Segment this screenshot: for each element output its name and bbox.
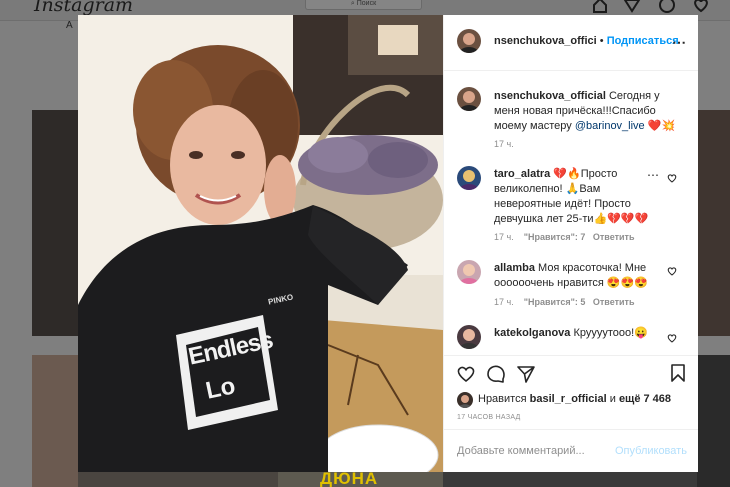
comment-text: taro_alatra 💔🔥Просто великолепно! 🙏Вам н…	[494, 167, 654, 227]
post-side-panel: nsenchukova_offici • Подписаться ⋯ nsenc…	[443, 15, 698, 472]
publish-button[interactable]: Опубликовать	[615, 445, 687, 457]
shirt-print-line2: Lo	[203, 372, 238, 405]
likes-count[interactable]: ещё 7 468	[619, 393, 671, 405]
post-timestamp: 17 ЧАСОВ НАЗАД	[457, 414, 521, 421]
background-post-tile[interactable]	[697, 110, 730, 336]
post-photo[interactable]: PINKO Endless Lo	[78, 15, 443, 472]
author-username[interactable]: nsenchukova_offici	[494, 35, 597, 47]
post-header: nsenchukova_offici • Подписаться ⋯	[444, 15, 698, 71]
caption-username[interactable]: nsenchukova_official	[494, 90, 606, 102]
activity-heart-icon[interactable]	[692, 0, 710, 14]
background-post-tile[interactable]	[32, 110, 78, 336]
comment-likes[interactable]: "Нравится": 5	[524, 297, 586, 307]
comment-avatar[interactable]	[457, 260, 481, 284]
save-bookmark-icon[interactable]	[669, 363, 687, 383]
liked-by-prefix: Нравится	[478, 393, 527, 405]
background-post-tile[interactable]	[443, 472, 697, 487]
home-icon[interactable]	[591, 0, 609, 14]
comment-username[interactable]: taro_alatra	[494, 168, 550, 180]
post-image	[78, 15, 443, 472]
comment-avatar[interactable]	[457, 166, 481, 190]
more-options-icon[interactable]: ⋯	[672, 34, 687, 51]
caption-text: nsenchukova_official Сегодня у меня нова…	[494, 89, 684, 134]
comment-reply-button[interactable]: Ответить	[593, 232, 635, 242]
author-line: nsenchukova_offici • Подписаться	[494, 35, 679, 47]
comment-like-heart-icon[interactable]	[667, 333, 677, 343]
comment-username[interactable]: allamba	[494, 262, 535, 274]
comment-body: Круууутооо!😛	[573, 327, 648, 339]
follow-button[interactable]: Подписаться	[607, 35, 679, 47]
liked-by-line: Нравится basil_r_official и ещё 7 468	[478, 392, 671, 407]
instagram-logo: Instagram	[34, 0, 134, 16]
comment-icon[interactable]	[486, 364, 506, 384]
search-input[interactable]: ⌕ Поиск	[305, 0, 422, 10]
direct-icon[interactable]	[623, 0, 641, 14]
comment-like-heart-icon[interactable]	[667, 266, 677, 276]
comment-text: katekolganova Круууутооо!😛	[494, 326, 659, 341]
explore-icon[interactable]	[658, 0, 676, 14]
comment-meta: 17 ч. "Нравится": 5 Ответить	[494, 297, 634, 307]
comment-time: 17 ч.	[494, 297, 514, 307]
caption-avatar[interactable]	[457, 87, 481, 111]
liked-by-and: и	[609, 393, 616, 405]
caption-time: 17 ч.	[494, 139, 514, 149]
liked-by-avatar[interactable]	[457, 392, 473, 408]
comment-avatar[interactable]	[457, 325, 481, 349]
caption-emoji: ❤️💥	[647, 120, 676, 132]
background-tile-text: ДЮНА	[320, 470, 379, 487]
comment-time: 17 ч.	[494, 232, 514, 242]
comment-form: Добавьте комментарий... Опубликовать	[444, 429, 698, 473]
author-avatar[interactable]	[457, 29, 481, 53]
comment-like-heart-icon[interactable]	[667, 173, 677, 183]
comment-more-icon[interactable]: ⋯	[647, 168, 659, 182]
share-icon[interactable]	[516, 364, 536, 384]
background-post-tile[interactable]	[32, 355, 78, 487]
caption-mention[interactable]: @barinov_live	[575, 120, 645, 132]
comment-reply-button[interactable]: Ответить	[593, 297, 635, 307]
background-post-tile[interactable]	[697, 355, 730, 487]
comment-text: allamba Моя красоточка! Мне оооооочень н…	[494, 261, 659, 291]
background-post-tile[interactable]	[78, 472, 278, 487]
comment-meta: 17 ч. "Нравится": 7 Ответить	[494, 232, 634, 242]
background-label: A	[66, 20, 73, 31]
comment-input[interactable]: Добавьте комментарий...	[457, 445, 585, 457]
like-heart-icon[interactable]	[456, 364, 476, 384]
comment-likes[interactable]: "Нравится": 7	[524, 232, 586, 242]
liked-by-username[interactable]: basil_r_official	[530, 393, 607, 405]
comment-username[interactable]: katekolganova	[494, 327, 570, 339]
